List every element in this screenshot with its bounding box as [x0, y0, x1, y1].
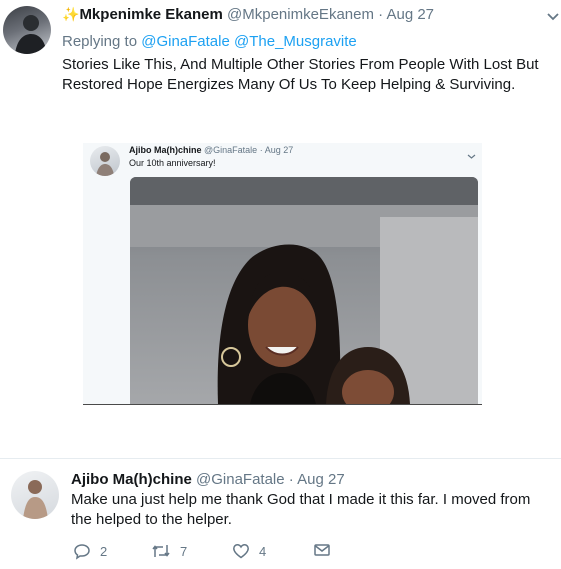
- tweet-text: Stories Like This, And Multiple Other St…: [62, 56, 539, 93]
- baby-photo-icon: [23, 480, 48, 519]
- tweet-date[interactable]: Aug 27: [386, 6, 434, 23]
- embedded-avatar: [90, 146, 120, 176]
- retweet-icon: [152, 545, 170, 557]
- embedded-chevron-icon: [467, 148, 476, 166]
- embedded-separator: ·: [259, 145, 263, 155]
- envelope-icon: [314, 544, 330, 556]
- divider: [0, 458, 561, 459]
- separator-dot: ·: [378, 6, 384, 23]
- author-handle[interactable]: @MkpenimkeEkanem: [227, 6, 374, 23]
- reply-author-handle[interactable]: @GinaFatale: [196, 471, 285, 488]
- reply-avatar[interactable]: [11, 471, 59, 519]
- reply-icon: [74, 544, 90, 560]
- reply-user-link[interactable]: @The_Musgravite: [234, 33, 357, 50]
- reply-action[interactable]: 2: [73, 541, 107, 561]
- reply-header: Ajibo Ma(h)chine @GinaFatale · Aug 27: [71, 471, 345, 488]
- person-silhouette-icon: [15, 15, 47, 54]
- author-avatar[interactable]: [3, 6, 51, 54]
- replying-to-label: Replying to: [62, 33, 138, 50]
- reply-separator: ·: [288, 471, 294, 488]
- like-action[interactable]: 4: [232, 541, 266, 561]
- reply-author-name[interactable]: Ajibo Ma(h)chine: [71, 471, 192, 488]
- author-name[interactable]: Mkpenimke Ekanem: [79, 6, 222, 23]
- retweet-count: 7: [180, 543, 188, 559]
- embedded-handle: @GinaFatale: [204, 145, 258, 155]
- embedded-date: Aug 27: [264, 145, 294, 155]
- reply-text: Make una just help me thank God that I m…: [71, 491, 531, 528]
- sparkle-icon: ✨: [62, 6, 80, 22]
- replying-to: Replying to @GinaFatale @The_Musgravite: [62, 33, 357, 50]
- embedded-screenshot[interactable]: Ajibo Ma(h)chine @GinaFatale · Aug 27 Ou…: [83, 143, 482, 405]
- heart-icon: [233, 544, 249, 559]
- chevron-down-icon[interactable]: [546, 10, 560, 24]
- tweet-header: ✨Mkpenimke Ekanem @MkpenimkeEkanem · Aug…: [62, 6, 434, 23]
- direct-message-action[interactable]: [313, 542, 331, 560]
- reply-date[interactable]: Aug 27: [297, 471, 345, 488]
- embedded-text: Our 10th anniversary!: [129, 158, 216, 168]
- embedded-header: Ajibo Ma(h)chine @GinaFatale · Aug 27: [129, 145, 293, 155]
- retweet-action[interactable]: 7: [151, 541, 187, 561]
- embedded-photo: [130, 177, 478, 404]
- reply-count: 2: [100, 543, 108, 559]
- embedded-author-name: Ajibo Ma(h)chine: [129, 145, 202, 155]
- reply-user-link[interactable]: @GinaFatale: [141, 33, 230, 50]
- like-count: 4: [259, 543, 267, 559]
